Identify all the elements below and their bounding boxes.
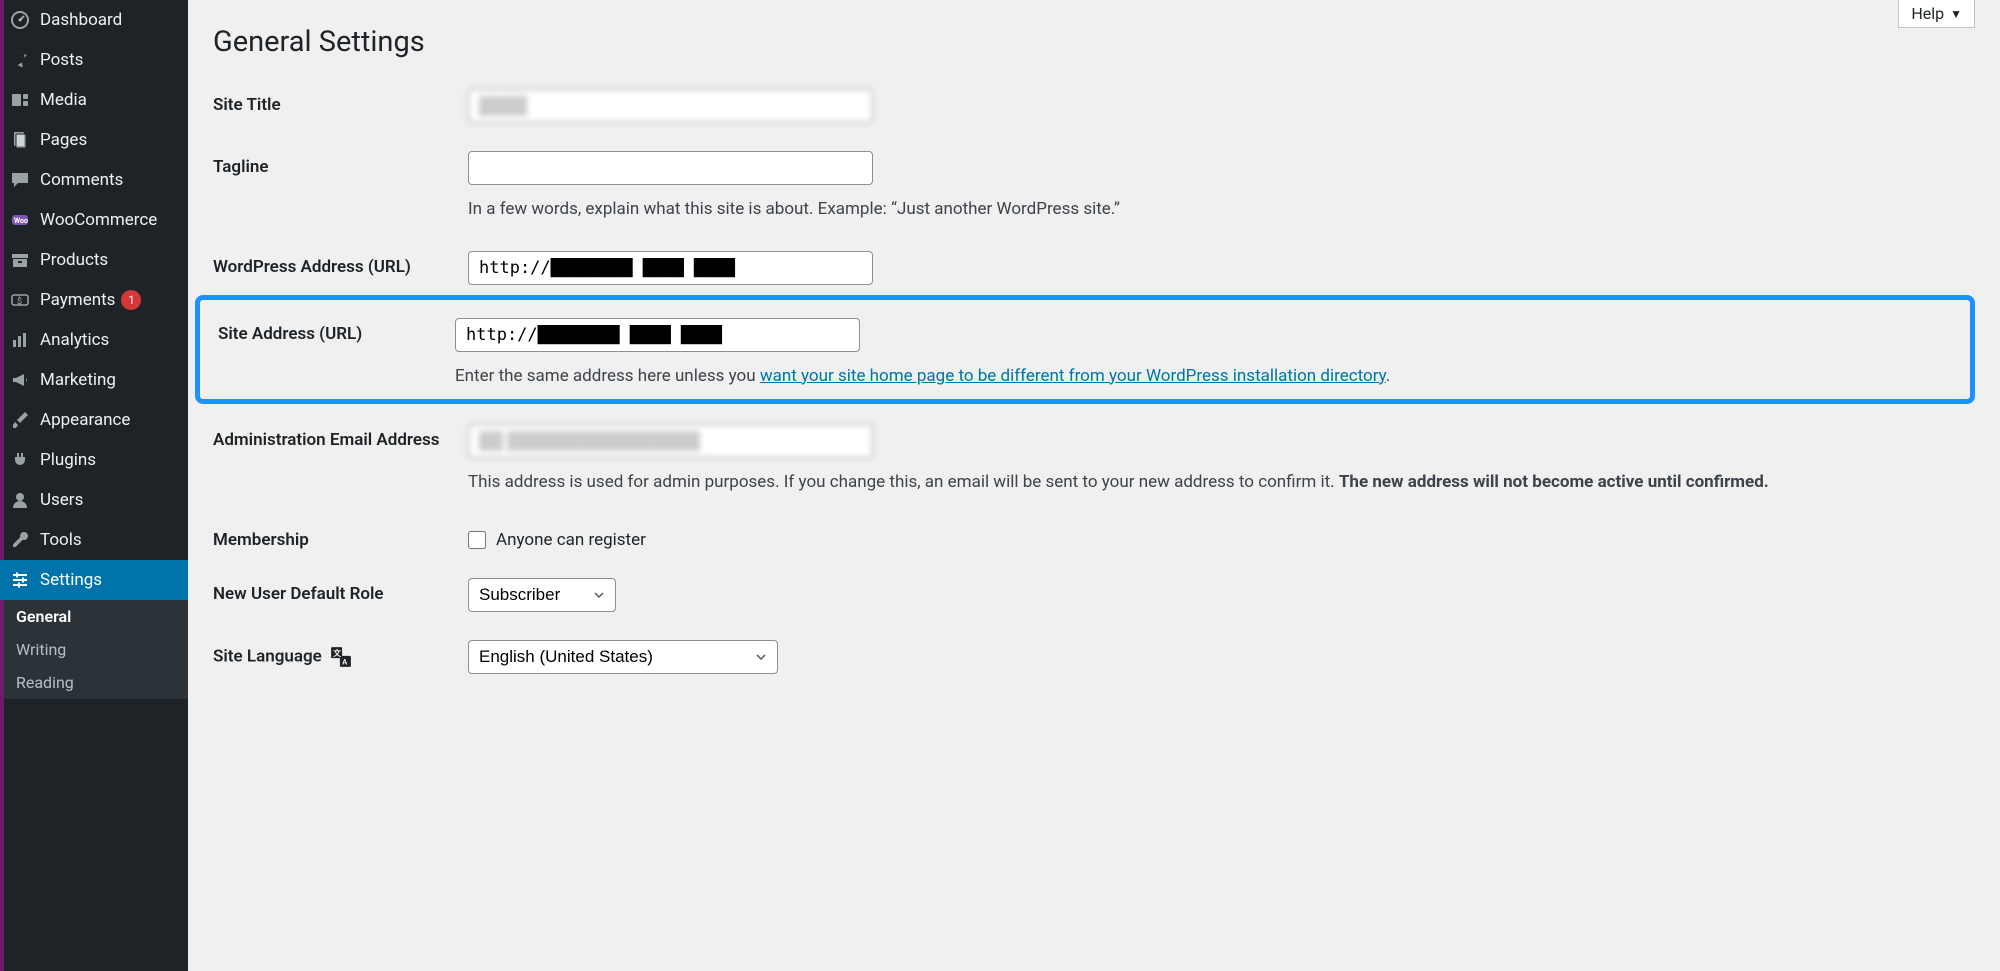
sidebar-item-dashboard[interactable]: Dashboard	[0, 0, 188, 40]
row-membership: Membership Anyone can register	[213, 524, 1975, 550]
site-title-input[interactable]	[468, 89, 873, 123]
help-label: Help	[1911, 4, 1944, 23]
sidebar-item-settings[interactable]: Settings	[0, 560, 188, 600]
sidebar-item-products[interactable]: Products	[0, 240, 188, 280]
site-address-help: Enter the same address here unless you w…	[455, 364, 1970, 390]
plug-icon	[10, 450, 30, 470]
row-default-role: New User Default Role Subscriber	[213, 578, 1975, 612]
tagline-help: In a few words, explain what this site i…	[468, 197, 1975, 223]
svg-text:A: A	[342, 657, 348, 666]
svg-text:文: 文	[333, 647, 341, 657]
row-wp-address: WordPress Address (URL)	[213, 251, 1975, 285]
settings-submenu: GeneralWritingReading	[0, 600, 188, 699]
sidebar-item-label: Appearance	[40, 410, 130, 430]
sidebar-item-label: Media	[40, 90, 87, 110]
sidebar-item-appearance[interactable]: Appearance	[0, 400, 188, 440]
badge: 1	[121, 290, 141, 310]
sidebar-item-label: Analytics	[40, 330, 109, 350]
row-admin-email: Administration Email Address This addres…	[213, 424, 1975, 496]
brush-icon	[10, 410, 30, 430]
label-site-title: Site Title	[213, 89, 468, 115]
sidebar-item-tools[interactable]: Tools	[0, 520, 188, 560]
sidebar-item-label: Payments	[40, 290, 115, 310]
label-tagline: Tagline	[213, 151, 468, 177]
page-title: General Settings	[213, 25, 1975, 59]
label-wp-address: WordPress Address (URL)	[213, 251, 468, 277]
membership-checkbox-wrap[interactable]: Anyone can register	[468, 524, 1975, 550]
sidebar-item-payments[interactable]: $ Payments 1	[0, 280, 188, 320]
site-address-highlight: Site Address (URL) Enter the same addres…	[195, 295, 1975, 405]
svg-text:Woo: Woo	[14, 217, 28, 225]
sidebar-item-label: Products	[40, 250, 108, 270]
default-role-select[interactable]: Subscriber	[468, 578, 616, 612]
sidebar-item-analytics[interactable]: Analytics	[0, 320, 188, 360]
translation-icon: 文A	[330, 646, 352, 668]
site-address-input[interactable]	[455, 318, 860, 352]
svg-text:$: $	[17, 296, 22, 307]
sidebar-item-label: Pages	[40, 130, 87, 150]
chevron-down-icon: ▼	[1950, 7, 1962, 21]
tagline-input[interactable]	[468, 151, 873, 185]
sidebar-item-posts[interactable]: Posts	[0, 40, 188, 80]
label-site-language: Site Language 文A	[213, 640, 468, 668]
sidebar-item-label: Dashboard	[40, 10, 122, 30]
megaphone-icon	[10, 370, 30, 390]
admin-email-input[interactable]	[468, 424, 873, 458]
comment-icon	[10, 170, 30, 190]
row-site-title: Site Title	[213, 89, 1975, 123]
sidebar-item-media[interactable]: Media	[0, 80, 188, 120]
sidebar-item-users[interactable]: Users	[0, 480, 188, 520]
label-site-address: Site Address (URL)	[218, 318, 455, 344]
admin-sidebar: Dashboard Posts Media Pages Comments Woo WooCo…	[0, 0, 188, 971]
site-language-select[interactable]: English (United States)	[468, 640, 778, 674]
help-tab[interactable]: Help ▼	[1898, 0, 1975, 28]
media-icon	[10, 90, 30, 110]
label-default-role: New User Default Role	[213, 578, 468, 604]
sidebar-item-marketing[interactable]: Marketing	[0, 360, 188, 400]
woo-icon: Woo	[10, 210, 30, 230]
wrench-icon	[10, 530, 30, 550]
site-address-link[interactable]: want your site home page to be different…	[760, 366, 1386, 386]
user-icon	[10, 490, 30, 510]
label-membership: Membership	[213, 524, 468, 550]
sliders-icon	[10, 570, 30, 590]
sidebar-item-label: Tools	[40, 530, 82, 550]
sidebar-item-label: WooCommerce	[40, 210, 157, 230]
sidebar-item-label: Settings	[40, 570, 102, 590]
wp-address-input[interactable]	[468, 251, 873, 285]
archive-icon	[10, 250, 30, 270]
dollar-icon: $	[10, 290, 30, 310]
chart-icon	[10, 330, 30, 350]
sidebar-item-pages[interactable]: Pages	[0, 120, 188, 160]
admin-email-help: This address is used for admin purposes.…	[468, 470, 1975, 496]
membership-checkbox[interactable]	[468, 531, 486, 549]
sidebar-item-plugins[interactable]: Plugins	[0, 440, 188, 480]
submenu-item-general[interactable]: General	[0, 600, 188, 633]
sidebar-item-label: Plugins	[40, 450, 96, 470]
sidebar-item-woocommerce[interactable]: Woo WooCommerce	[0, 200, 188, 240]
submenu-item-reading[interactable]: Reading	[0, 666, 188, 699]
pin-icon	[10, 50, 30, 70]
membership-checkbox-label: Anyone can register	[496, 530, 646, 550]
submenu-item-writing[interactable]: Writing	[0, 633, 188, 666]
sidebar-item-label: Comments	[40, 170, 123, 190]
row-site-language: Site Language 文A English (United States)	[213, 640, 1975, 674]
settings-content: Help ▼ General Settings Site Title Tagli…	[188, 0, 2000, 971]
label-admin-email: Administration Email Address	[213, 424, 468, 450]
sidebar-item-label: Posts	[40, 50, 83, 70]
row-site-address: Site Address (URL) Enter the same addres…	[218, 318, 1970, 390]
pages-icon	[10, 130, 30, 150]
sidebar-item-label: Users	[40, 490, 83, 510]
sidebar-item-label: Marketing	[40, 370, 116, 390]
row-tagline: Tagline In a few words, explain what thi…	[213, 151, 1975, 223]
dashboard-icon	[10, 10, 30, 30]
sidebar-item-comments[interactable]: Comments	[0, 160, 188, 200]
